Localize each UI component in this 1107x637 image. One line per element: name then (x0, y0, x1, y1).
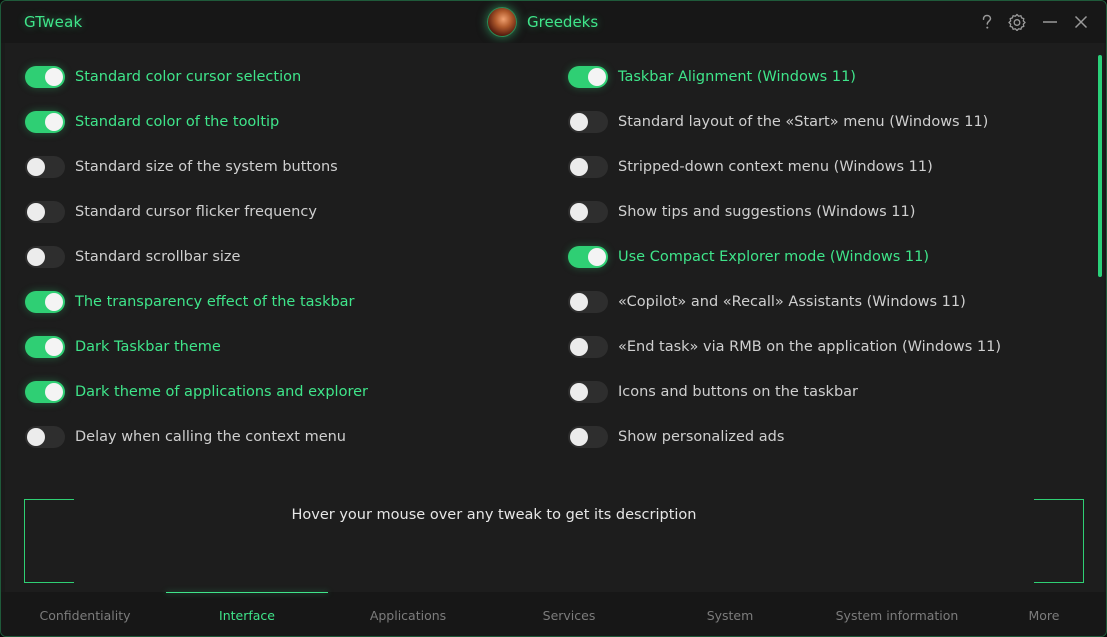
toggle-knob (570, 113, 588, 131)
toggle-switch[interactable] (568, 156, 608, 178)
tab-interface[interactable]: Interface (166, 592, 328, 636)
user-name: Greedeks (527, 13, 599, 31)
tweak-label: Taskbar Alignment (Windows 11) (618, 69, 856, 85)
toggle-knob (570, 383, 588, 401)
settings-gear-icon[interactable] (1006, 11, 1028, 33)
title-bar[interactable]: GTweak Greedeks (1, 1, 1106, 43)
tweak-label: Show personalized ads (618, 429, 785, 445)
scrollbar-thumb[interactable] (1098, 55, 1102, 277)
tab-more[interactable]: More (986, 592, 1102, 636)
tweak-row[interactable]: Standard scrollbar size (25, 245, 240, 269)
toggle-switch[interactable] (25, 426, 65, 448)
tweak-row[interactable]: Dark Taskbar theme (25, 335, 221, 359)
user-profile[interactable]: Greedeks (487, 7, 598, 37)
tweak-label: Standard scrollbar size (75, 249, 241, 265)
toggle-knob (45, 113, 63, 131)
frame-corner (1034, 571, 1084, 583)
toggle-switch[interactable] (568, 426, 608, 448)
tweak-row[interactable]: Taskbar Alignment (Windows 11) (568, 65, 856, 89)
tweak-label: Standard size of the system buttons (75, 159, 338, 175)
toggle-knob (570, 338, 588, 356)
tweak-row[interactable]: Standard color of the tooltip (25, 110, 279, 134)
toggle-knob (27, 248, 45, 266)
toggle-knob (27, 428, 45, 446)
toggle-switch[interactable] (25, 291, 65, 313)
toggle-switch[interactable] (25, 336, 65, 358)
bottom-navigation: Confidentiality Interface Applications S… (1, 592, 1106, 636)
toggle-switch[interactable] (568, 111, 608, 133)
tweak-label: The transparency effect of the taskbar (75, 294, 355, 310)
interface-tweaks-panel: Standard color cursor selection Standard… (5, 43, 1104, 592)
tweak-label: Dark theme of applications and explorer (75, 384, 368, 400)
toggle-switch[interactable] (568, 246, 608, 268)
toggle-knob (588, 248, 606, 266)
toggle-switch[interactable] (568, 66, 608, 88)
tweak-row[interactable]: Stripped-down context menu (Windows 11) (568, 155, 933, 179)
minimize-icon[interactable] (1039, 11, 1061, 33)
tweak-label: Show tips and suggestions (Windows 11) (618, 204, 916, 220)
tweak-row[interactable]: Use Compact Explorer mode (Windows 11) (568, 245, 929, 269)
toggle-knob (570, 293, 588, 311)
toggle-switch[interactable] (25, 111, 65, 133)
toggle-switch[interactable] (568, 381, 608, 403)
toggle-knob (570, 203, 588, 221)
tweak-label: Dark Taskbar theme (75, 339, 221, 355)
tweak-label: Use Compact Explorer mode (Windows 11) (618, 249, 929, 265)
toggle-switch[interactable] (568, 336, 608, 358)
tweak-label: Icons and buttons on the taskbar (618, 384, 859, 400)
tweak-row[interactable]: Standard layout of the «Start» menu (Win… (568, 110, 988, 134)
app-title: GTweak (24, 13, 83, 31)
tweak-row[interactable]: Standard size of the system buttons (25, 155, 338, 179)
help-icon[interactable] (976, 11, 998, 33)
close-icon[interactable] (1070, 11, 1092, 33)
toggle-switch[interactable] (25, 66, 65, 88)
toggle-knob (27, 158, 45, 176)
description-panel: Hover your mouse over any tweak to get i… (24, 499, 1084, 583)
tweak-label: Standard color cursor selection (75, 69, 302, 85)
tweak-row[interactable]: Delay when calling the context menu (25, 425, 346, 449)
toggle-knob (45, 383, 63, 401)
tab-services[interactable]: Services (489, 592, 649, 636)
toggle-knob (45, 293, 63, 311)
toggle-switch[interactable] (25, 201, 65, 223)
tweak-label: Standard layout of the «Start» menu (Win… (618, 114, 989, 130)
tweak-label: Stripped-down context menu (Windows 11) (618, 159, 933, 175)
tweak-row[interactable]: «End task» via RMB on the application (W… (568, 335, 1001, 359)
toggle-knob (27, 203, 45, 221)
tweak-row[interactable]: The transparency effect of the taskbar (25, 290, 355, 314)
tweak-row[interactable]: Show personalized ads (568, 425, 784, 449)
toggle-switch[interactable] (568, 201, 608, 223)
tab-applications[interactable]: Applications (328, 592, 488, 636)
tweak-row[interactable]: Icons and buttons on the taskbar (568, 380, 858, 404)
tweak-label: Standard cursor flicker frequency (75, 204, 317, 220)
tweak-label: Standard color of the tooltip (75, 114, 280, 130)
tweak-row[interactable]: «Copilot» and «Recall» Assistants (Windo… (568, 290, 966, 314)
tweak-label: Delay when calling the context menu (75, 429, 346, 445)
tweak-row[interactable]: Show tips and suggestions (Windows 11) (568, 200, 915, 224)
toggle-switch[interactable] (25, 381, 65, 403)
tweak-row[interactable]: Standard cursor flicker frequency (25, 200, 317, 224)
avatar[interactable] (487, 7, 517, 37)
tab-confidentiality[interactable]: Confidentiality (5, 592, 165, 636)
toggle-switch[interactable] (25, 246, 65, 268)
tweak-row[interactable]: Dark theme of applications and explorer (25, 380, 368, 404)
toggle-knob (45, 68, 63, 86)
toggle-knob (570, 428, 588, 446)
tweak-label: «End task» via RMB on the application (W… (618, 339, 1002, 355)
frame-corner (24, 571, 74, 583)
tab-system-information[interactable]: System information (811, 592, 983, 636)
toggle-knob (45, 338, 63, 356)
tab-system[interactable]: System (650, 592, 810, 636)
toggle-knob (588, 68, 606, 86)
toggle-switch[interactable] (25, 156, 65, 178)
toggle-switch[interactable] (568, 291, 608, 313)
app-window: GTweak Greedeks Standard color cursor se… (0, 0, 1107, 637)
toggle-knob (570, 158, 588, 176)
tweak-row[interactable]: Standard color cursor selection (25, 65, 301, 89)
description-text: Hover your mouse over any tweak to get i… (291, 507, 697, 523)
tweak-label: «Copilot» and «Recall» Assistants (Windo… (618, 294, 966, 310)
